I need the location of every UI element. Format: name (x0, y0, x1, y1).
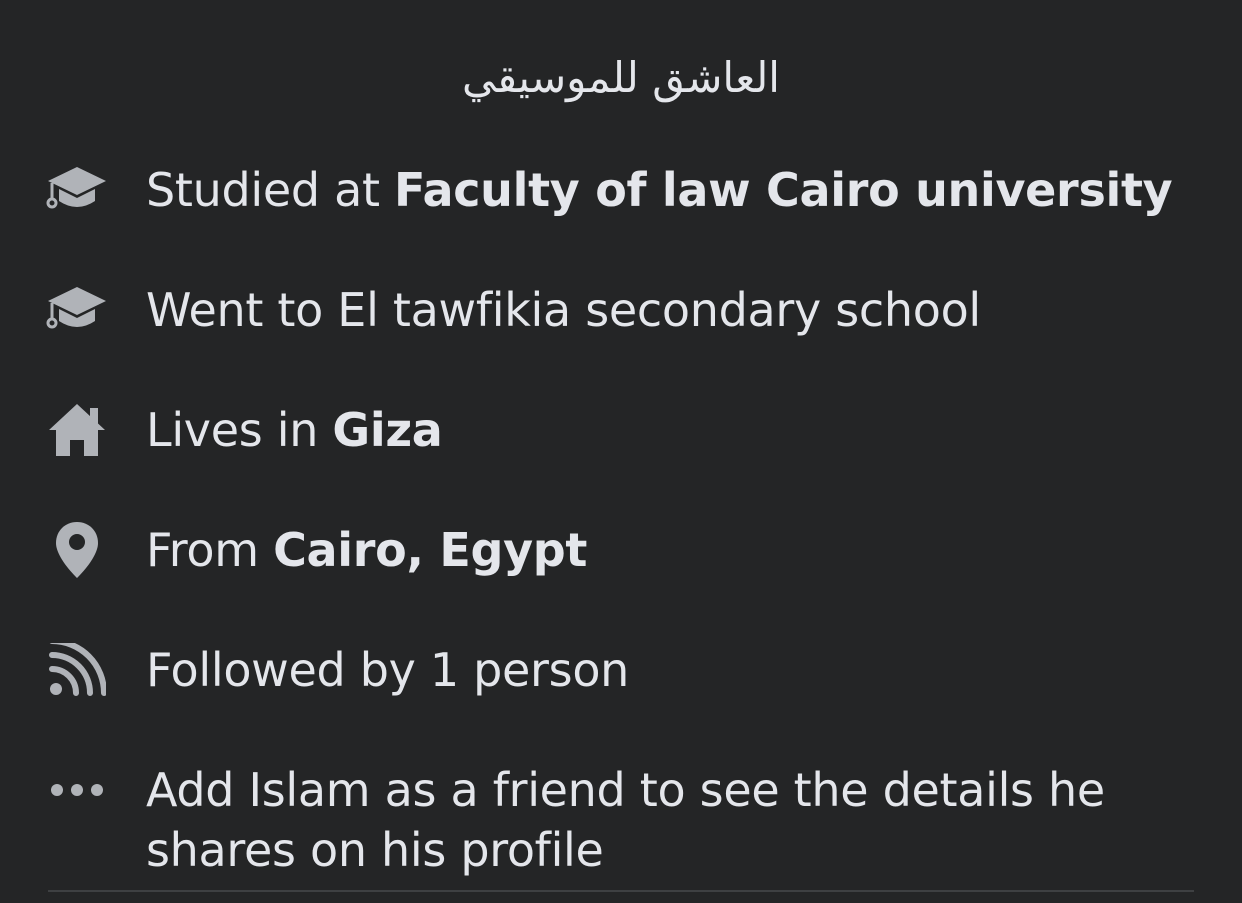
home-icon (44, 397, 110, 463)
education-link[interactable]: Faculty of law Cairo university (394, 163, 1173, 217)
intro-item-text: From Cairo, Egypt (146, 523, 588, 577)
intro-item-text: Went to El tawfikia secondary school (146, 283, 981, 337)
more-dots-icon (44, 757, 110, 823)
hometown-link[interactable]: Cairo, Egypt (273, 523, 587, 577)
graduation-cap-icon (44, 157, 110, 223)
profile-bio: العاشق للموسيقي (462, 53, 780, 102)
intro-item-text: Lives in Giza (146, 403, 443, 457)
location-pin-icon (44, 517, 110, 583)
graduation-cap-icon (44, 277, 110, 343)
current-city-link[interactable]: Giza (332, 403, 442, 457)
intro-item-text: Add Islam as a friend to see the details… (146, 763, 1105, 877)
intro-item-text: Followed by 1 person (146, 643, 630, 697)
intro-item-text: Studied at Faculty of law Cairo universi… (146, 163, 1173, 217)
rss-feed-icon (44, 637, 110, 703)
section-divider (48, 890, 1194, 892)
